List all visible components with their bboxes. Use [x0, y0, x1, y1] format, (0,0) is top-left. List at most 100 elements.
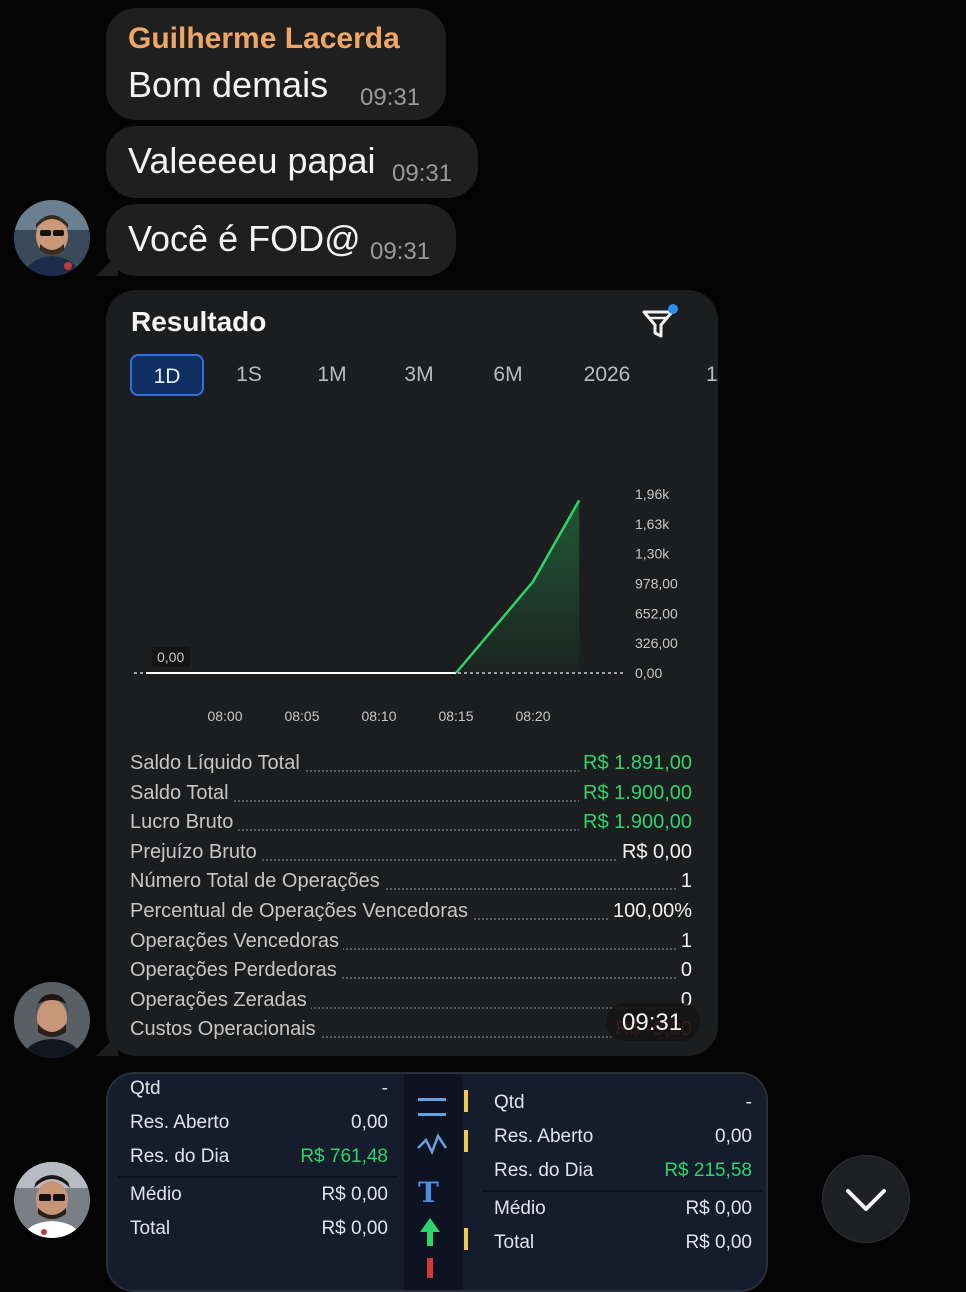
- tab-1s[interactable]: 1S: [224, 354, 274, 396]
- ruler-icon[interactable]: [418, 1098, 446, 1116]
- position-panel-left: Qtd - Res. Aberto 0,00 Res. do Dia R$ 761,48 M…: [108, 1074, 398, 1290]
- divider-marker: [464, 1228, 468, 1250]
- stat-label: Operações Vencedoras: [130, 929, 344, 953]
- stat-row: Percentual de Operações Vencedoras 100,00…: [130, 900, 692, 930]
- stat-value: R$ 1.900,00: [579, 781, 692, 805]
- position-row: Total R$ 0,00: [130, 1218, 388, 1250]
- stat-label: Número Total de Operações: [130, 870, 384, 894]
- stat-value: R$ 1.891,00: [579, 752, 692, 775]
- position-label: Res. do Dia: [130, 1146, 230, 1167]
- chevron-down-icon: [846, 1189, 886, 1211]
- stat-label: Saldo Total: [130, 781, 233, 805]
- position-row: Res. Aberto 0,00: [130, 1112, 388, 1144]
- stat-value: 1: [676, 929, 692, 953]
- result-chart: 0,00 1,96k 1,63k 1,30k 978,00 652,00 326,00 0,0…: [134, 486, 678, 724]
- position-value: R$ 761,48: [300, 1146, 388, 1167]
- stat-row: Saldo Líquido Total R$ 1.891,00: [130, 752, 692, 782]
- position-row: Res. do Dia R$ 761,48: [130, 1146, 388, 1178]
- message-text: Bom demais: [128, 64, 329, 105]
- y-tick-label: 1,63k: [635, 516, 670, 532]
- y-tick-label: 652,00: [635, 605, 678, 621]
- position-value: R$ 215,58: [664, 1160, 752, 1181]
- message-bubble[interactable]: Você é FOD@ 09:31: [106, 204, 456, 276]
- x-tick-label: 08:00: [207, 708, 242, 724]
- position-label: Médio: [494, 1198, 546, 1219]
- chart-area: [456, 500, 580, 673]
- stat-row: Operações Vencedoras 1: [130, 929, 692, 960]
- position-row: Qtd -: [130, 1078, 388, 1110]
- divider-marker: [464, 1090, 468, 1112]
- stat-label: Prejuízo Bruto: [130, 840, 261, 864]
- arrow-up-stem: [427, 1232, 433, 1246]
- arrow-up-icon[interactable]: [420, 1218, 440, 1232]
- position-label: Total: [130, 1218, 171, 1239]
- position-label: Médio: [130, 1184, 182, 1205]
- period-tabs: 1D 1S 1M 3M 6M 2026 1A: [130, 354, 718, 398]
- sender-avatar[interactable]: [14, 1162, 90, 1238]
- stat-value: R$ 1.900,00: [579, 811, 692, 835]
- position-label: Res. Aberto: [130, 1112, 230, 1133]
- position-value: 0,00: [351, 1112, 388, 1133]
- y-tick-label: 978,00: [635, 576, 678, 592]
- stat-row: Prejuízo Bruto R$ 0,00: [130, 840, 692, 871]
- sender-avatar[interactable]: [14, 982, 90, 1058]
- sender-avatar[interactable]: [14, 200, 90, 276]
- stat-label: Lucro Bruto: [130, 811, 238, 835]
- indicator-icon[interactable]: [416, 1132, 448, 1162]
- position-value: -: [745, 1092, 752, 1113]
- text-tool-icon[interactable]: T: [418, 1176, 439, 1209]
- tab-1a[interactable]: 1A: [706, 354, 718, 396]
- message-time: 09:31: [360, 84, 421, 111]
- x-tick-label: 08:10: [361, 708, 396, 724]
- stat-value: 0: [676, 959, 692, 983]
- x-tick-label: 08:05: [284, 708, 319, 724]
- message-text: Valeeeeu papai: [128, 140, 376, 181]
- y-tick-label: 326,00: [635, 635, 678, 651]
- y-tick-label: 0,00: [635, 665, 662, 681]
- panel-separator: [482, 1190, 762, 1192]
- position-value: R$ 0,00: [321, 1218, 388, 1239]
- position-row: Qtd -: [494, 1092, 752, 1124]
- baseline-label: 0,00: [157, 649, 184, 665]
- result-card[interactable]: Resultado 1D 1S 1M 3M 6M 2026 1A 0,00 1,9…: [106, 290, 718, 1056]
- arrow-down-icon[interactable]: [427, 1258, 433, 1278]
- stat-row: Lucro Bruto R$ 1.900,00: [130, 811, 692, 841]
- tab-2026[interactable]: 2026: [574, 354, 640, 396]
- position-label: Res. do Dia: [494, 1160, 594, 1181]
- stat-value: R$ 0,00: [617, 840, 692, 864]
- scroll-down-button[interactable]: [822, 1155, 910, 1243]
- tab-3m[interactable]: 3M: [392, 354, 446, 396]
- platform-screenshot[interactable]: Qtd - Res. Aberto 0,00 Res. do Dia R$ 761,48 M…: [106, 1072, 768, 1292]
- filter-icon[interactable]: [640, 304, 680, 344]
- y-tick-label: 1,30k: [635, 546, 670, 562]
- stat-label: Custos Operacionais: [130, 1018, 320, 1042]
- position-label: Qtd: [130, 1078, 161, 1099]
- x-tick-label: 08:20: [515, 708, 550, 724]
- position-row: Res. do Dia R$ 215,58: [494, 1160, 752, 1192]
- message-bubble[interactable]: Guilherme Lacerda Bom demais 09:31: [106, 8, 446, 120]
- position-row: Total R$ 0,00: [494, 1232, 752, 1264]
- message-time: 09:31: [622, 1009, 683, 1036]
- stat-label: Saldo Líquido Total: [130, 752, 304, 775]
- position-label: Res. Aberto: [494, 1126, 594, 1147]
- tab-1d[interactable]: 1D: [130, 354, 204, 396]
- message-bubble[interactable]: Valeeeeu papai 09:31: [106, 126, 478, 198]
- sender-name[interactable]: Guilherme Lacerda: [128, 22, 400, 56]
- stat-label: Percentual de Operações Vencedoras: [130, 900, 472, 923]
- stat-label: Operações Perdedoras: [130, 959, 341, 983]
- message-time-pill: 09:31: [606, 1003, 700, 1041]
- tab-6m[interactable]: 6M: [482, 354, 534, 396]
- position-value: -: [381, 1078, 388, 1099]
- tab-1m[interactable]: 1M: [306, 354, 358, 396]
- toolbar: T: [404, 1074, 462, 1290]
- position-value: R$ 0,00: [685, 1198, 752, 1219]
- position-value: R$ 0,00: [685, 1232, 752, 1253]
- stat-value: 1: [676, 870, 692, 894]
- position-row: Médio R$ 0,00: [494, 1198, 752, 1230]
- position-row: Médio R$ 0,00: [130, 1184, 388, 1216]
- position-row: Res. Aberto 0,00: [494, 1126, 752, 1158]
- card-title: Resultado: [131, 306, 267, 337]
- position-value: R$ 0,00: [321, 1184, 388, 1205]
- y-tick-label: 1,96k: [635, 486, 670, 502]
- position-label: Total: [494, 1232, 535, 1253]
